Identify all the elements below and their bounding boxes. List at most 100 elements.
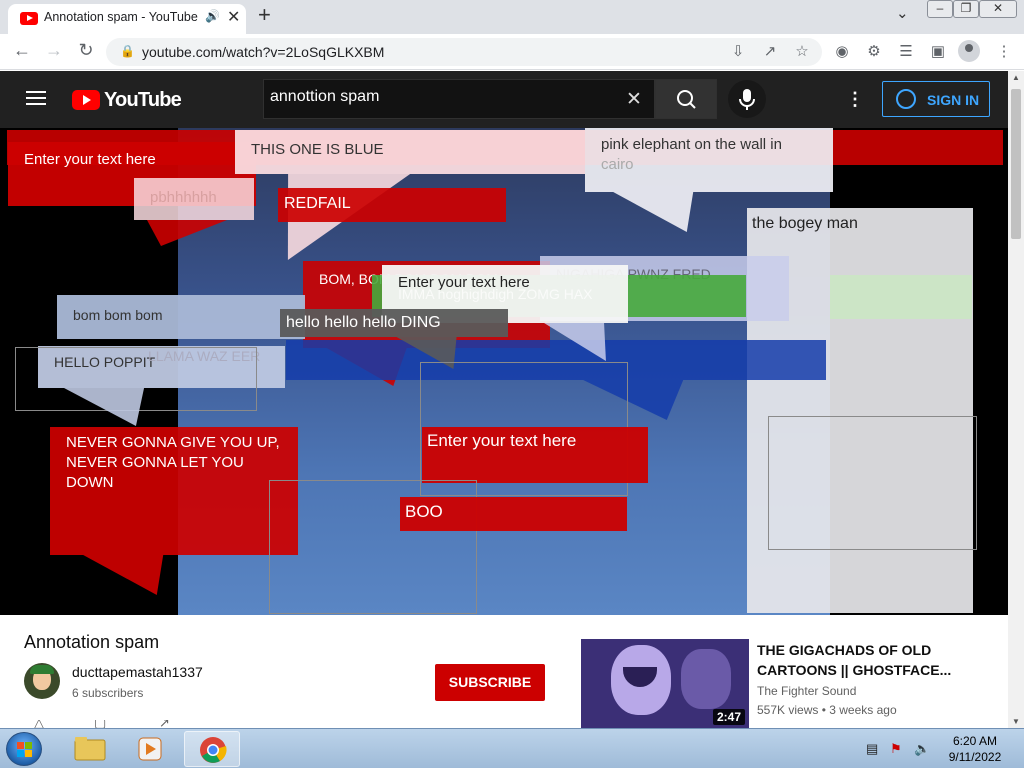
annotation-text: pbhhhhhh [150, 189, 217, 206]
annotation-text: pink elephant on the wall in [601, 136, 782, 153]
annotation-text: IMMA hoghighdigh ZOMG HAX [398, 286, 593, 302]
channel-name[interactable]: ducttapemastah1337 [72, 664, 203, 680]
media-icon[interactable]: ◉ [832, 42, 852, 60]
annotation-text: cairo [601, 156, 634, 173]
account-icon [896, 89, 916, 109]
windows-logo-icon [17, 742, 24, 749]
start-button[interactable] [6, 732, 42, 766]
annotation-hello-ding[interactable]: hello hello hello DING [280, 309, 508, 337]
scroll-up-icon[interactable]: ▲ [1012, 73, 1020, 82]
settings-more-icon[interactable]: ⋮ [846, 89, 864, 110]
save-icon[interactable]: ▢ [94, 720, 106, 728]
annotation-text: THIS ONE IS BLUE [251, 141, 384, 158]
close-tab-icon[interactable]: ✕ [227, 7, 240, 27]
video-duration: 2:47 [712, 709, 745, 725]
annotation-text: BOO [405, 502, 443, 521]
star-icon[interactable]: ☆ [792, 42, 812, 60]
new-tab-icon[interactable]: + [258, 2, 271, 28]
install-icon[interactable]: ⇩ [728, 42, 748, 60]
sign-in-label: SIGN IN [927, 92, 980, 108]
network-icon[interactable]: ▤ [866, 741, 878, 757]
annotation-rickroll[interactable]: NEVER GONNA GIVE YOU UP, NEVER GONNA LET… [50, 427, 298, 555]
sidepanel-icon[interactable]: ▣ [928, 42, 948, 60]
back-icon[interactable]: ← [10, 40, 34, 61]
hamburger-menu-icon[interactable] [26, 91, 46, 105]
microphone-icon [739, 89, 755, 110]
like-icon[interactable]: △ [34, 720, 44, 728]
forward-icon[interactable]: → [42, 40, 66, 61]
annotation-text: bom bom bom [73, 307, 163, 323]
lock-icon[interactable]: 🔒 [120, 44, 135, 58]
search-button[interactable] [655, 79, 717, 119]
clock-time: 6:20 AM [952, 734, 998, 748]
taskbar-clock[interactable]: 6:20 AM 9/11/2022 [940, 733, 1010, 765]
folder-icon [74, 737, 106, 761]
search-icon [677, 90, 696, 109]
youtube-wordmark: YouTube [104, 89, 182, 111]
page-scrollbar[interactable]: ▲ ▼ [1008, 71, 1024, 728]
volume-icon[interactable]: 🔈 [914, 741, 930, 757]
scrollbar-thumb[interactable] [1011, 89, 1021, 239]
media-player-icon [138, 737, 162, 761]
action-center-icon[interactable]: ⚑ [890, 741, 902, 757]
explorer-taskbar-button[interactable] [62, 731, 118, 767]
channel-avatar[interactable] [24, 663, 60, 699]
sign-in-button[interactable]: SIGN IN [882, 81, 990, 117]
annotation-pink-elephant[interactable]: pink elephant on the wall in cairo [585, 128, 833, 192]
related-video-channel[interactable]: The Fighter Sound [757, 684, 856, 698]
annotation-text: the bogey man [752, 215, 858, 232]
youtube-play-icon [72, 90, 100, 110]
annotation-spotlight[interactable] [768, 416, 977, 550]
annotation-text: Enter your text here [427, 431, 577, 450]
browser-tab[interactable]: Annotation spam - YouTube 🔊 ✕ [8, 4, 246, 34]
playlist-icon[interactable]: ☰ [896, 42, 916, 60]
scroll-down-icon[interactable]: ▼ [1012, 717, 1020, 726]
annotation-boo[interactable]: BOO [400, 497, 627, 531]
search-input[interactable] [270, 88, 610, 106]
annotation-text: hello hello hello DING [286, 314, 441, 331]
close-window-icon[interactable]: ✕ [979, 0, 1017, 18]
clock-date: 9/11/2022 [948, 750, 1002, 764]
audio-playing-icon[interactable]: 🔊 [205, 9, 220, 23]
annotation-text: REDFAIL [284, 195, 351, 212]
browser-toolbar: ← → ↻ 🔒 youtube.com/watch?v=2LoSqGLKXBM … [0, 34, 1024, 70]
search-box[interactable]: ✕ [263, 79, 655, 119]
menu-icon[interactable]: ⋮ [994, 42, 1014, 60]
voice-search-button[interactable] [728, 80, 766, 118]
youtube-favicon-icon [20, 12, 38, 25]
clear-search-icon[interactable]: ✕ [626, 88, 642, 111]
avatar-cap [30, 665, 54, 674]
minimize-window-icon[interactable]: – [927, 0, 953, 18]
annotation-bom-bom-bom[interactable]: bom bom bom [57, 295, 305, 339]
related-video-thumbnail[interactable]: 2:47 [581, 639, 749, 729]
youtube-header: YouTube ✕ ⋮ SIGN IN [0, 71, 1010, 128]
annotation-imma-hax[interactable]: IMMA hoghighdigh ZOMG HAX [384, 284, 634, 304]
video-title: Annotation spam [24, 632, 160, 652]
extensions-icon[interactable]: ⚙ [864, 42, 884, 60]
share-icon[interactable]: ↗ [159, 720, 170, 728]
chrome-taskbar-button[interactable] [184, 731, 240, 767]
share-icon[interactable]: ↗ [760, 42, 780, 60]
annotation-text: Enter your text here [24, 151, 156, 168]
screen: { "browser": { "tab_title": "Annotation … [0, 0, 1024, 768]
reload-icon[interactable]: ↻ [74, 40, 98, 61]
annotation-this-one-is-blue[interactable]: THIS ONE IS BLUE [235, 130, 585, 174]
annotation-green-strip[interactable] [830, 275, 972, 319]
tab-title: Annotation spam - YouTube [44, 10, 198, 24]
related-video-title[interactable]: THE GIGACHADS OF OLD CARTOONS || GHOSTFA… [757, 640, 957, 680]
annotation-text: NEVER GONNA GIVE YOU UP, NEVER GONNA LET… [66, 434, 280, 491]
subscribe-button[interactable]: SUBSCRIBE [435, 664, 545, 701]
profile-icon[interactable] [958, 40, 980, 62]
media-player-taskbar-button[interactable] [122, 731, 178, 767]
annotation-enter-text-3[interactable]: Enter your text here [422, 427, 648, 483]
subscriber-count: 6 subscribers [72, 686, 144, 700]
chrome-icon [200, 737, 227, 763]
tab-search-chevron-icon[interactable]: ⌄ [896, 4, 909, 22]
annotation-pbhhhhhh[interactable]: pbhhhhhh [134, 178, 254, 220]
restore-window-icon[interactable]: ❐ [953, 0, 979, 18]
annotation-redfail[interactable]: REDFAIL [278, 188, 506, 222]
url-text[interactable]: youtube.com/watch?v=2LoSqGLKXBM [142, 44, 384, 60]
video-actions-row[interactable]: △ ▢ ↗ [24, 720, 324, 728]
address-bar[interactable]: 🔒 youtube.com/watch?v=2LoSqGLKXBM [106, 38, 822, 66]
video-player[interactable]: Enter your text here THIS ONE IS BLUE pi… [0, 128, 1008, 615]
